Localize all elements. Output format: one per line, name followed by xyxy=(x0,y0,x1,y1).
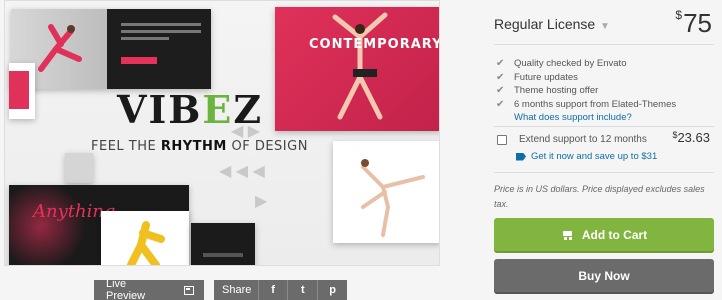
preview-card-yellow xyxy=(101,211,189,265)
support-info-link[interactable]: What does support include? xyxy=(514,112,632,123)
license-features: ✔ Quality checked by Envato ✔ Future updat… xyxy=(496,57,676,111)
divider xyxy=(494,172,714,173)
buy-now-button[interactable]: Buy Now xyxy=(494,259,714,292)
divider xyxy=(494,44,714,45)
add-to-cart-button[interactable]: Add to Cart xyxy=(494,218,714,251)
pinterest-icon[interactable]: p xyxy=(317,280,347,300)
divider xyxy=(494,126,714,127)
feature-item: ✔ Theme hosting offer xyxy=(496,85,599,97)
tag-icon xyxy=(516,152,526,161)
preview-tagline: FEEL THE RHYTHM OF DESIGN xyxy=(91,139,308,154)
dancer-figure xyxy=(361,159,425,237)
check-icon: ✔ xyxy=(496,98,505,110)
license-selector[interactable]: Regular License ▼ xyxy=(494,16,610,32)
check-icon: ✔ xyxy=(496,71,505,83)
share-bar: Share f t p xyxy=(214,280,347,300)
contemporary-title: CONTEMPORARY xyxy=(309,37,440,52)
preview-card-small xyxy=(65,153,93,183)
extend-support-price: $23.63 xyxy=(672,130,710,145)
save-offer: Get it now and save up to $31 xyxy=(516,151,657,162)
license-title: Regular License xyxy=(494,16,596,32)
live-preview-button[interactable]: Live Preview xyxy=(94,278,204,300)
extend-support-option[interactable]: Extend support to 12 months xyxy=(497,134,647,145)
feature-item: ✔ Future updates xyxy=(496,71,578,83)
caret-down-icon: ▼ xyxy=(597,21,610,32)
dancer-figure xyxy=(127,221,165,265)
live-preview-label: Live Preview xyxy=(106,278,146,300)
check-icon: ✔ xyxy=(496,58,505,70)
preview-card-hero xyxy=(11,9,211,89)
theme-preview-image[interactable]: CONTEMPORARY VIBEZ FEEL THE RHYTHM OF DE… xyxy=(4,0,440,266)
decorative-arrows: ◀ ◀ ◀ xyxy=(219,163,265,180)
preview-card-dark xyxy=(191,223,255,265)
preview-card-dancer xyxy=(333,141,439,243)
purchase-panel: Regular License ▼ $75 ✔ Quality checked b… xyxy=(484,0,722,300)
save-offer-text: Get it now and save up to $31 xyxy=(531,151,658,162)
buy-now-label: Buy Now xyxy=(578,268,630,283)
feature-item: ✔ Quality checked by Envato xyxy=(496,58,627,70)
price-note: Price is in US dollars. Price displayed … xyxy=(494,184,705,209)
add-to-cart-label: Add to Cart xyxy=(581,227,648,242)
share-label: Share xyxy=(222,284,252,296)
preview-card-side xyxy=(9,63,35,119)
license-price: $75 xyxy=(675,8,712,38)
window-icon xyxy=(184,285,194,295)
decorative-arrows: ▶ xyxy=(255,193,268,210)
cart-icon xyxy=(561,230,574,240)
feature-item: ✔ 6 months support from Elated-Themes xyxy=(496,98,677,110)
twitter-icon[interactable]: t xyxy=(287,280,317,300)
facebook-icon[interactable]: f xyxy=(257,280,288,300)
item-purchase-page: CONTEMPORARY VIBEZ FEEL THE RHYTHM OF DE… xyxy=(0,0,722,300)
preview-card-contemporary: CONTEMPORARY xyxy=(275,7,440,131)
check-icon: ✔ xyxy=(496,85,505,97)
extend-support-label: Extend support to 12 months xyxy=(519,134,647,145)
dancer-figure xyxy=(38,24,82,72)
extend-support-checkbox[interactable] xyxy=(497,134,507,145)
decorative-arrows: ◀ ▶ xyxy=(231,123,261,140)
